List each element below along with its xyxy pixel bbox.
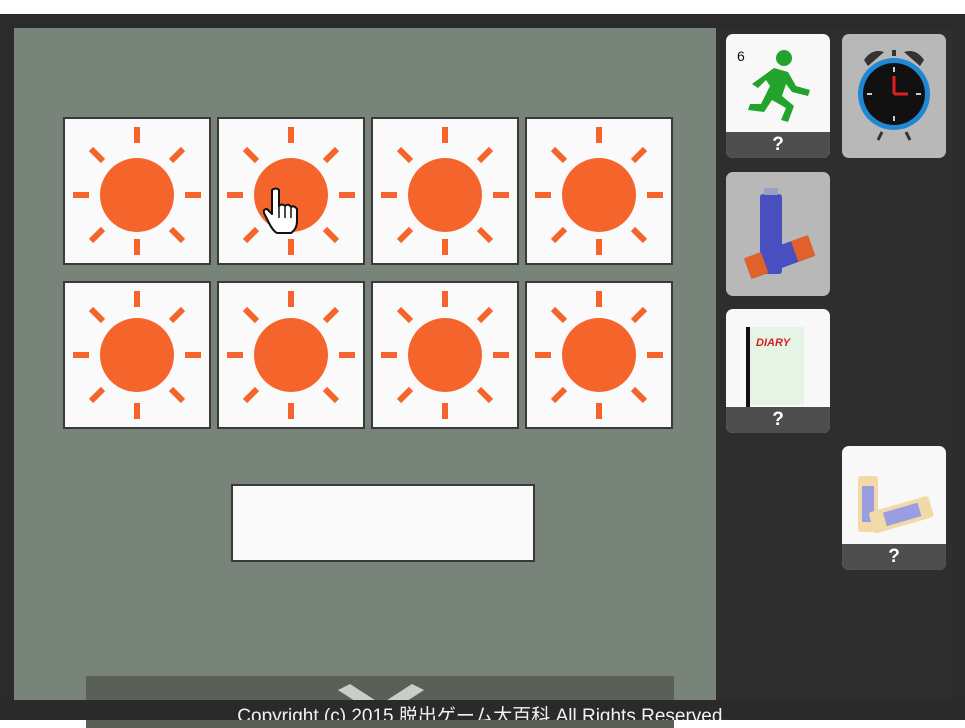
sun-tile-8[interactable] — [525, 281, 673, 429]
inventory-slot-alarm-clock[interactable] — [842, 34, 946, 158]
alarm-clock-icon — [858, 50, 930, 141]
sun-tile-4[interactable] — [525, 117, 673, 265]
sun-icon — [381, 127, 509, 255]
batteries-icon — [743, 188, 816, 280]
sun-icon — [535, 291, 663, 419]
sun-tile-3[interactable] — [371, 117, 519, 265]
sun-icon — [227, 291, 355, 419]
inventory-label: ? — [726, 407, 830, 433]
batteries-faded-icon — [858, 476, 934, 534]
sun-tile-1[interactable] — [63, 117, 211, 265]
inventory-label: ? — [726, 132, 830, 158]
inventory-panel: 6 ? DIARY ? ? — [716, 28, 952, 714]
running-man-icon — [748, 50, 810, 122]
diary-icon: DIARY — [746, 327, 804, 411]
sun-icon — [535, 127, 663, 255]
inventory-label: ? — [842, 544, 946, 570]
sun-tile-5[interactable] — [63, 281, 211, 429]
sun-icon — [73, 291, 201, 419]
sun-icon — [73, 127, 201, 255]
answer-box[interactable] — [231, 484, 535, 562]
top-strip — [0, 0, 965, 14]
puzzle-area — [14, 28, 716, 728]
copyright-text: Copyright (c) 2015 脱出ゲーム大百科 All Rights R… — [0, 700, 965, 720]
inventory-slot-diary[interactable]: DIARY ? — [726, 309, 830, 433]
inventory-slot-batteries[interactable] — [726, 172, 830, 296]
game-frame: 6 ? DIARY ? ? — [0, 14, 965, 728]
sun-icon — [381, 291, 509, 419]
inventory-slot-batteries-faded[interactable]: ? — [842, 446, 946, 570]
inventory-slot-running-man[interactable]: 6 ? — [726, 34, 830, 158]
sun-tile-6[interactable] — [217, 281, 365, 429]
diary-cover-text: DIARY — [756, 337, 791, 349]
sun-tile-7[interactable] — [371, 281, 519, 429]
hand-cursor-icon — [262, 186, 302, 239]
